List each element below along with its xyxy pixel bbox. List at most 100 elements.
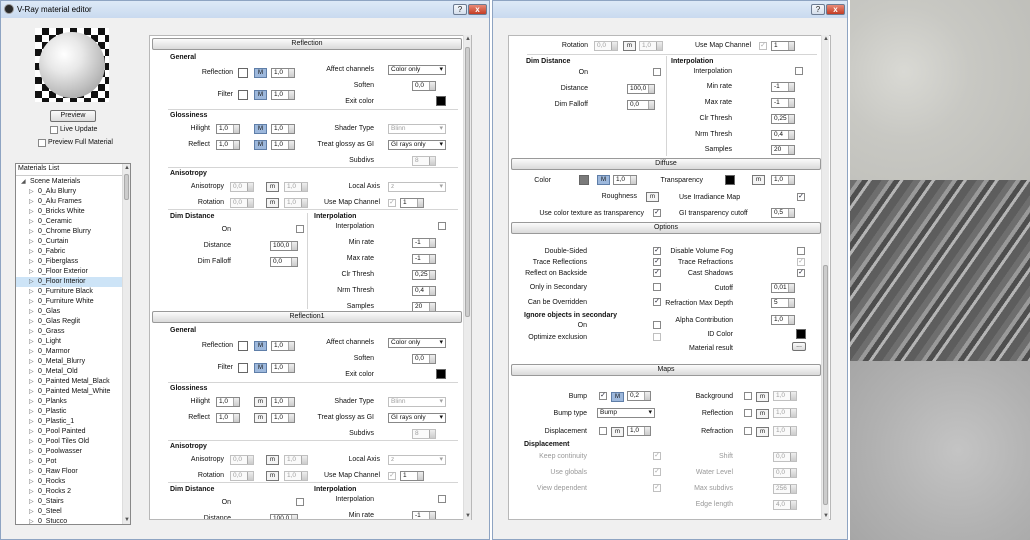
reflection-dim-falloff-input[interactable]: 0,0 [270,257,298,267]
reflection-local-axis-dropdown[interactable]: z [388,182,446,192]
reflection1-rollout-header[interactable]: Reflection1 [152,311,462,323]
max-subdivs-input[interactable]: 256 [773,484,797,494]
background-checkbox[interactable] [744,392,752,400]
transparency-amount[interactable]: 1,0 [771,175,795,185]
reflection-minrate-input[interactable]: -1 [412,238,436,248]
double-sided-checkbox[interactable]: ✓ [653,247,661,255]
roughness-map-button[interactable]: m [646,192,659,202]
close-button-2[interactable]: x [826,4,845,15]
material-list-item[interactable]: ▷ 0_Rocks 2 [16,487,122,497]
optimize-exclusion-checkbox[interactable] [653,333,661,341]
reflection1-local-axis-dropdown[interactable]: z [388,455,446,465]
reflection-filter-map-button[interactable]: M [254,90,267,100]
reflection-treat-dropdown[interactable]: GI rays only [388,140,446,150]
material-list-item[interactable]: ▷ 0_Plastic [16,407,122,417]
dim-on-checkbox-r[interactable] [653,68,661,76]
reflection-rotation-map-button[interactable]: m [266,198,279,208]
panel-scrollbar-right[interactable]: ▲ ▼ [821,35,829,520]
distance-input-r[interactable]: 100,0 [627,84,655,94]
alpha-input[interactable]: 1,0 [771,315,795,325]
panel-scrollbar-left[interactable]: ▲ ▼ [463,35,471,520]
keep-continuity-checkbox[interactable]: ✓ [653,452,661,460]
water-level-input[interactable]: 0,0 [773,468,797,478]
interpolation-checkbox-r[interactable] [795,67,803,75]
reflection-dim-on-checkbox[interactable] [296,225,304,233]
reflection1-minrate-input[interactable]: -1 [412,511,436,519]
material-list-item[interactable]: ▷ 0_Light [16,337,122,347]
reflection-map-checkbox[interactable] [744,409,752,417]
maps-rollout-header[interactable]: Maps [511,364,821,376]
reflection-shader-dropdown[interactable]: Blinn [388,124,446,134]
preview-button[interactable]: Preview [50,110,96,122]
material-list-item[interactable]: ▷ 0_Poolwasser [16,447,122,457]
reflection1-anisotropy-a[interactable]: 0,0 [230,455,254,465]
material-list-item[interactable]: ▷ 0_Marmor [16,347,122,357]
material-list-item[interactable]: ▷ 0_Metal_Old [16,367,122,377]
live-update-checkbox[interactable] [50,126,58,134]
reflection1-soften-input[interactable]: 0,0 [412,354,436,364]
reflection-soften-input[interactable]: 0,0 [412,81,436,91]
shift-input[interactable]: 0,0 [773,452,797,462]
material-list-item[interactable]: ▷ 0_Alu Frames [16,197,122,207]
reflection1-filter-amount[interactable]: 1,0 [271,363,295,373]
material-list-item[interactable]: ▷ 0_Raw Floor [16,467,122,477]
reflection-rotation-a[interactable]: 0,0 [230,198,254,208]
usemap-input-r[interactable]: 1 [771,41,795,51]
view-dependent-checkbox[interactable]: ✓ [653,484,661,492]
gi-cutoff-input[interactable]: 0,5 [771,208,795,218]
reflection-clr-thresh-input[interactable]: 0,25 [412,270,436,280]
use-globals-checkbox[interactable]: ✓ [653,468,661,476]
refraction-map-amount[interactable]: 1,0 [773,426,797,436]
reflection-rollout-header[interactable]: Reflection [152,38,462,50]
reflection1-anisotropy-map-button[interactable]: m [266,455,279,465]
reflection1-shader-dropdown[interactable]: Blinn [388,397,446,407]
reflection-subdivs-input[interactable]: 8 [412,156,436,166]
reflection1-reflection-amount[interactable]: 1,0 [271,341,295,351]
background-map-button[interactable]: m [756,392,769,402]
reflection1-hilight-a[interactable]: 1,0 [216,397,240,407]
reflection-anisotropy-map-button[interactable]: m [266,182,279,192]
diffuse-rollout-header[interactable]: Diffuse [511,158,821,170]
bump-type-dropdown[interactable]: Bump [597,408,655,418]
bump-checkbox[interactable]: ✓ [599,392,607,400]
material-list-item[interactable]: ▷ 0_Planks [16,397,122,407]
material-list-item[interactable]: ▷ 0_Alu Blurry [16,187,122,197]
material-list-item[interactable]: ▷ 0_Painted Metal_White [16,387,122,397]
reflection1-rotation-map-button[interactable]: m [266,471,279,481]
reflection1-usemap-input[interactable]: 1 [400,471,424,481]
reflection1-anisotropy-b[interactable]: 1,0 [284,455,308,465]
reflection1-filter-swatch[interactable] [238,363,248,373]
reflection1-reflect-a[interactable]: 1,0 [216,413,240,423]
disable-volume-fog-checkbox[interactable] [797,247,805,255]
id-color-swatch[interactable] [796,329,806,339]
reflection-interpolation-checkbox[interactable] [438,222,446,230]
refraction-map-checkbox[interactable] [744,427,752,435]
trace-reflections-checkbox[interactable]: ✓ [653,258,661,266]
minrate-input-r[interactable]: -1 [771,82,795,92]
cutoff-input[interactable]: 0,01 [771,283,795,293]
reflection1-hilight-map-button[interactable]: m [254,397,267,407]
material-list-item[interactable]: ▷ 0_Bricks White [16,207,122,217]
reflect-backside-checkbox[interactable]: ✓ [653,269,661,277]
materials-list[interactable]: Materials List ◢ Scene Materials ▷ 0_Alu Bl… [15,163,131,525]
material-result-button[interactable]: ... [792,342,806,351]
displacement-amount[interactable]: 1,0 [627,426,651,436]
reflection-map-map-button[interactable]: m [756,409,769,419]
background-amount[interactable]: 1,0 [773,391,797,401]
reflection1-reflection-swatch[interactable] [238,341,248,351]
material-list-item[interactable]: ▷ 0_Steel [16,507,122,517]
material-list-item[interactable]: ▷ 0_Plastic_1 [16,417,122,427]
reflection-affect-dropdown[interactable]: Color only [388,65,446,75]
reflection1-reflect-b[interactable]: 1,0 [271,413,295,423]
edge-length-input[interactable]: 4,0 [773,500,797,510]
reflection-exit-color-swatch[interactable] [436,96,446,106]
bump-amount[interactable]: 0,2 [627,391,651,401]
reflection1-distance-input[interactable]: 100,0 [270,514,298,519]
reflection-reflect-a[interactable]: 1,0 [216,140,240,150]
displacement-map-button[interactable]: m [611,427,624,437]
reflection-distance-input[interactable]: 100,0 [270,241,298,251]
maxrate-input-r[interactable]: -1 [771,98,795,108]
material-list-item[interactable]: ▷ 0_Furniture White [16,297,122,307]
reflection-anisotropy-a[interactable]: 0,0 [230,182,254,192]
only-secondary-checkbox[interactable] [653,283,661,291]
